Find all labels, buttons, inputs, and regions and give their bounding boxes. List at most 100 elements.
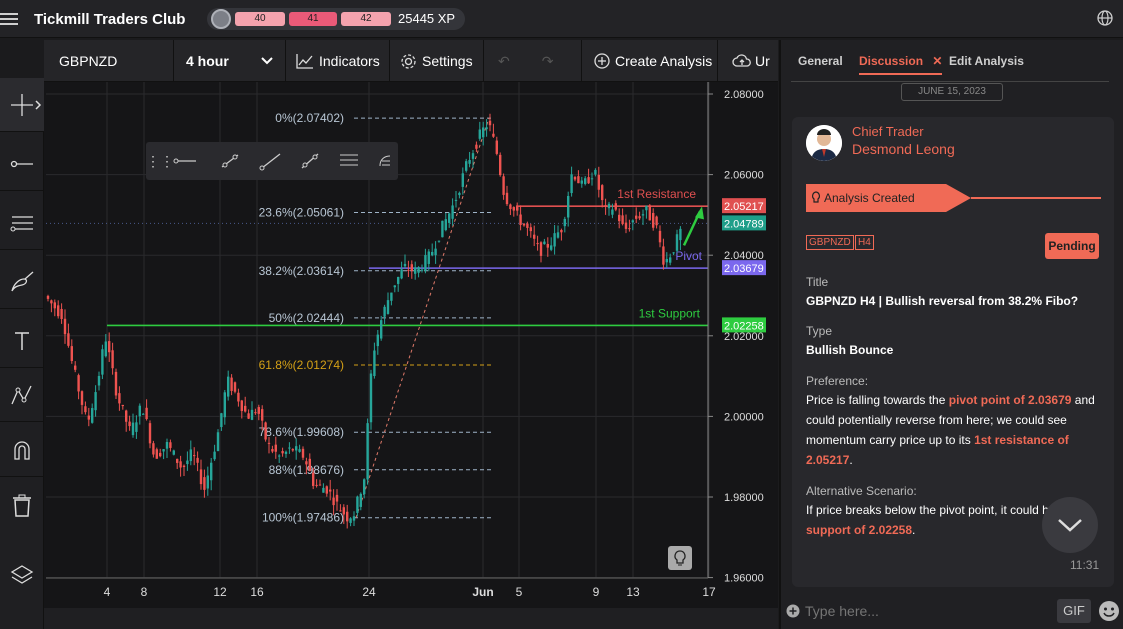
- message-input[interactable]: [805, 599, 1045, 623]
- symbol-selector[interactable]: GBPNZD: [44, 40, 174, 82]
- avatar: [806, 125, 842, 161]
- analysis-card: Chief Trader Desmond Leong Analysis Crea…: [792, 117, 1114, 587]
- candle-body: [135, 422, 138, 432]
- redo-icon[interactable]: ↷: [542, 53, 554, 70]
- candle-body: [87, 415, 90, 420]
- candle-body: [638, 216, 641, 219]
- xp-level-current: 40: [235, 12, 285, 26]
- timeframe-selector[interactable]: 4 hour: [174, 40, 286, 82]
- candle-body: [199, 469, 203, 485]
- trendline-tool[interactable]: [0, 137, 44, 191]
- candle-body: [284, 451, 288, 454]
- settings-button[interactable]: Settings: [390, 40, 484, 82]
- title-label: Title: [806, 275, 829, 289]
- candle-body: [648, 205, 651, 221]
- candle-body: [227, 376, 230, 397]
- fib-label: 0%(2.07402): [275, 111, 344, 125]
- candle-body: [363, 479, 366, 495]
- candle-body: [400, 269, 403, 279]
- brush-tool[interactable]: [0, 255, 44, 309]
- candle-body: [458, 192, 461, 196]
- candle-body: [142, 413, 145, 415]
- candle-body: [597, 174, 600, 190]
- plus-circle-icon[interactable]: [786, 604, 800, 618]
- fib-tool[interactable]: [0, 196, 44, 250]
- candle-body: [560, 229, 563, 233]
- close-icon[interactable]: ✕: [932, 54, 942, 68]
- candle-body: [536, 243, 539, 245]
- candle-body: [101, 349, 104, 375]
- candle-body: [461, 173, 464, 187]
- candle-body: [444, 219, 447, 231]
- gif-button[interactable]: GIF: [1057, 599, 1091, 623]
- candle-body: [182, 465, 186, 467]
- divider: [791, 81, 1109, 82]
- candle-body: [254, 412, 257, 414]
- idea-button[interactable]: [668, 546, 692, 570]
- candle-body: [550, 245, 553, 250]
- candle-body: [451, 205, 454, 219]
- create-analysis-button[interactable]: Create Analysis: [582, 40, 718, 82]
- candle-body: [665, 258, 668, 263]
- lightbulb-icon: [674, 550, 686, 566]
- candle-body: [53, 302, 56, 309]
- undo-icon[interactable]: ↶: [498, 53, 510, 70]
- pattern-icon: [11, 385, 32, 404]
- resistance-label: 1st Resistance: [617, 187, 696, 201]
- line-style-icons[interactable]: [162, 148, 394, 174]
- candle-body: [669, 257, 672, 263]
- candle-body: [383, 306, 386, 317]
- layers-tool[interactable]: [0, 548, 44, 602]
- tab-discussion[interactable]: Discussion ✕: [859, 54, 943, 75]
- candle-body: [203, 477, 206, 490]
- tab-edit-analysis[interactable]: Edit Analysis: [949, 54, 1024, 68]
- candle-body: [641, 214, 645, 216]
- indicators-label: Indicators: [319, 53, 380, 69]
- candle-body: [281, 451, 284, 454]
- analysis-levels: 1st Resistance 2.05217 Pivot 2.03679 1st Sup…: [46, 187, 766, 333]
- candle-body: [193, 455, 196, 457]
- candle-body: [261, 409, 264, 421]
- scroll-down-button[interactable]: [1042, 497, 1098, 553]
- candle-body: [349, 518, 352, 523]
- drag-handle-icon[interactable]: ⋮⋮: [146, 153, 174, 170]
- support-highlight: support of 2.02258: [806, 523, 913, 537]
- menu-icon[interactable]: [0, 10, 18, 28]
- upload-button[interactable]: Ur: [718, 40, 778, 82]
- pattern-tool[interactable]: [0, 368, 44, 422]
- candle-body: [318, 484, 322, 486]
- chart-toolbar: GBPNZD 4 hour Indicators Settings ↶ ↷ Cre…: [44, 40, 778, 82]
- current-price-text: 2.04789: [724, 218, 764, 230]
- candle-body: [125, 410, 128, 422]
- price-chart[interactable]: 0%(2.07402) 23.6%(2.05061) 38.2%(2.03614) 5…: [44, 82, 778, 612]
- candle-body: [427, 251, 430, 264]
- candle-body: [335, 494, 339, 502]
- support-label: 1st Support: [639, 306, 701, 320]
- floating-line-toolbar: ⋮⋮: [146, 142, 398, 180]
- candle-body: [509, 204, 512, 210]
- text-tool[interactable]: [0, 314, 44, 368]
- delete-tool[interactable]: [0, 478, 44, 532]
- chevron-right-icon[interactable]: [34, 99, 42, 110]
- emoji-icon[interactable]: [1098, 600, 1120, 622]
- globe-icon[interactable]: [1097, 10, 1113, 26]
- candle-body: [111, 350, 114, 369]
- tab-general[interactable]: General: [798, 54, 843, 68]
- indicators-button[interactable]: Indicators: [286, 40, 390, 82]
- magnet-tool[interactable]: [0, 423, 44, 477]
- alt-text-2: .: [912, 523, 916, 537]
- x-tick-label: 24: [362, 585, 376, 599]
- candle-body: [539, 242, 543, 256]
- candle-body: [128, 421, 131, 427]
- candle-body: [70, 346, 73, 361]
- candle-body: [553, 233, 556, 247]
- fib-label: 38.2%(2.03614): [259, 264, 344, 278]
- candle-body: [376, 334, 379, 347]
- magnet-icon: [14, 440, 30, 460]
- candle-body: [601, 185, 604, 201]
- preference-text: Price is falling towards the pivot point…: [806, 390, 1102, 470]
- xp-value: 25445 XP: [398, 11, 456, 26]
- candle-body: [176, 458, 179, 463]
- chart-line-icon: [296, 54, 313, 69]
- crosshair-tool[interactable]: [0, 78, 44, 132]
